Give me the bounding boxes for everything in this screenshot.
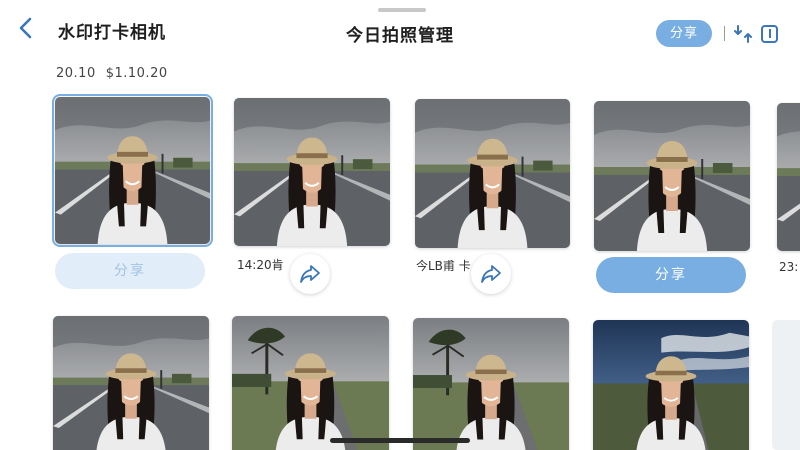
photo-thumbnail[interactable] bbox=[415, 99, 570, 248]
photo-thumbnail[interactable] bbox=[413, 318, 569, 450]
photo-share-button[interactable]: 分享 bbox=[596, 257, 746, 293]
sheet-grab-handle[interactable] bbox=[378, 8, 426, 12]
photo-image bbox=[413, 318, 569, 450]
photo-time-label: 今LB甫 卡 bbox=[416, 259, 471, 273]
photo-image bbox=[777, 103, 800, 251]
photo-image bbox=[232, 316, 389, 450]
info-box-icon[interactable] bbox=[761, 25, 778, 43]
photo-thumbnail[interactable] bbox=[52, 94, 213, 247]
photo-thumbnail[interactable] bbox=[234, 98, 390, 246]
photo-image bbox=[234, 98, 390, 246]
photo-image bbox=[415, 99, 570, 248]
photo-thumbnail[interactable] bbox=[53, 316, 209, 450]
photo-image bbox=[55, 97, 210, 244]
swap-arrows-icon[interactable] bbox=[734, 24, 752, 44]
photo-time-label: 23: bbox=[779, 260, 799, 274]
date-left: 20.10 bbox=[56, 66, 96, 81]
photo-thumbnail[interactable] bbox=[232, 316, 389, 450]
forward-share-icon[interactable] bbox=[290, 254, 330, 294]
header-divider bbox=[724, 26, 725, 41]
forward-share-icon[interactable] bbox=[471, 254, 511, 294]
photo-share-button[interactable]: 分享 bbox=[55, 253, 205, 289]
photo-time-label: 14:20肯 bbox=[237, 258, 284, 272]
date-line: 20.10 $1.10.20 bbox=[56, 66, 168, 81]
photo-image bbox=[593, 320, 749, 450]
photo-thumbnail-partial[interactable] bbox=[772, 320, 800, 450]
home-indicator bbox=[330, 438, 470, 443]
header-share-button[interactable]: 分享 bbox=[656, 20, 712, 47]
photo-thumbnail[interactable] bbox=[594, 101, 750, 251]
photo-thumbnail-partial[interactable] bbox=[777, 103, 800, 251]
top-bar: 水印打卡相机 今日拍照管理 分享 bbox=[0, 0, 800, 62]
photo-image bbox=[594, 101, 750, 251]
date-right: $1.10.20 bbox=[105, 66, 168, 81]
photo-image bbox=[53, 316, 209, 450]
photo-thumbnail[interactable] bbox=[593, 320, 749, 450]
